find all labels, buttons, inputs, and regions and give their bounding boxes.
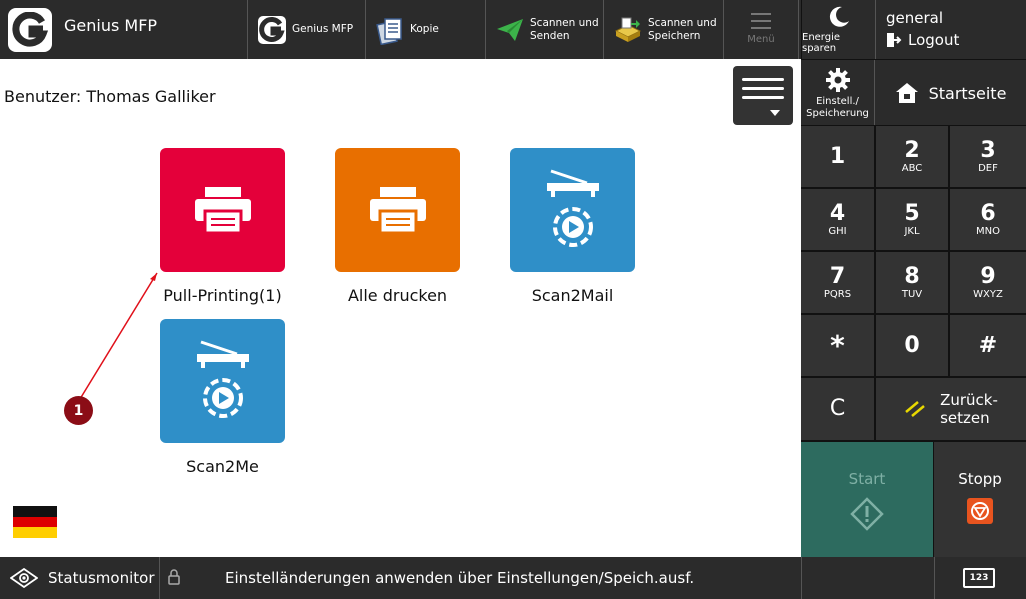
divider bbox=[934, 557, 935, 599]
key-2[interactable]: 2 ABC bbox=[876, 126, 948, 187]
reset-label-line1: Zurück- bbox=[940, 391, 998, 409]
key-1[interactable]: 1 bbox=[801, 126, 874, 187]
status-bar: Statusmonitor Einstelländerungen anwende… bbox=[0, 557, 1026, 599]
germany-flag-icon[interactable] bbox=[13, 506, 57, 538]
key-4[interactable]: 4 GHI bbox=[801, 189, 874, 250]
tab-genius-mfp[interactable]: Genius MFP bbox=[247, 0, 365, 59]
key-digit: 9 bbox=[980, 263, 996, 289]
annotation-badge: 1 bbox=[64, 396, 93, 425]
clear-button[interactable]: C bbox=[801, 378, 874, 440]
clear-label: C bbox=[829, 396, 846, 421]
start-diamond-icon bbox=[850, 497, 884, 531]
stop-button[interactable]: Stopp bbox=[934, 442, 1026, 557]
key-letters: JKL bbox=[904, 225, 920, 237]
key-digit: 3 bbox=[980, 137, 996, 163]
hamburger-icon bbox=[751, 13, 771, 29]
key-5[interactable]: 5 JKL bbox=[876, 189, 948, 250]
app-title: Genius MFP bbox=[64, 16, 158, 35]
key-letters: GHI bbox=[828, 225, 847, 237]
key-letters: WXYZ bbox=[973, 288, 1003, 300]
home-button[interactable]: Startseite bbox=[875, 60, 1026, 126]
tab-label-line1: Scannen und bbox=[648, 16, 717, 29]
key-letters: DEF bbox=[978, 162, 998, 174]
scan-store-icon bbox=[612, 14, 644, 46]
key-6[interactable]: 6 MNO bbox=[950, 189, 1026, 250]
moon-icon bbox=[829, 6, 849, 27]
key-digit: 5 bbox=[904, 200, 920, 226]
tab-label: Kopie bbox=[410, 23, 439, 35]
numeric-keyboard-button[interactable]: 123 bbox=[963, 568, 995, 588]
stop-icon bbox=[967, 498, 993, 524]
start-label: Start bbox=[848, 470, 886, 488]
tab-scannen-speichern[interactable]: Scannen und Speichern bbox=[603, 0, 723, 59]
key-digit: 0 bbox=[904, 332, 920, 358]
status-monitor-button[interactable]: Statusmonitor bbox=[0, 557, 160, 599]
settings-button[interactable]: Einstell./ Speicherung bbox=[801, 60, 875, 126]
key-9[interactable]: 9 WXYZ bbox=[950, 252, 1026, 313]
main-area: Benutzer: Thomas Galliker Pull-Printing(… bbox=[0, 59, 801, 557]
annotation-arrow bbox=[79, 272, 158, 400]
numeric-keypad: 1 2 ABC 3 DEF 4 GHI 5 JKL 6 MNO 7 PQRS 8… bbox=[801, 125, 1026, 441]
key-digit: * bbox=[830, 328, 845, 362]
right-top-panel: Energie sparen general Logout bbox=[801, 0, 1026, 59]
key-7[interactable]: 7 PQRS bbox=[801, 252, 874, 313]
energy-label: Energie sparen bbox=[802, 32, 841, 54]
right-panel-row2: Einstell./ Speicherung Startseite bbox=[801, 59, 1026, 126]
key-8[interactable]: 8 TUV bbox=[876, 252, 948, 313]
tab-label-line1: Scannen und bbox=[530, 16, 599, 29]
copy-icon bbox=[374, 14, 406, 46]
key-digit: 4 bbox=[829, 200, 846, 226]
home-icon bbox=[895, 83, 918, 103]
tab-kopie[interactable]: Kopie bbox=[365, 0, 485, 59]
key-0[interactable]: 0 bbox=[876, 315, 948, 376]
key-hash[interactable]: # bbox=[950, 315, 1026, 376]
eye-icon bbox=[10, 568, 38, 588]
key-digit: 2 bbox=[904, 137, 920, 163]
start-stop-area: Start Stopp bbox=[801, 441, 1026, 557]
logout-button[interactable]: Logout bbox=[886, 31, 959, 49]
logout-icon bbox=[887, 33, 902, 47]
key-asterisk[interactable]: * bbox=[801, 315, 874, 376]
genius-logo-icon bbox=[256, 14, 288, 46]
key-letters: TUV bbox=[901, 288, 923, 300]
tab-label-line2: Speichern bbox=[648, 29, 701, 42]
logout-label: Logout bbox=[908, 31, 960, 49]
user-box: general Logout bbox=[876, 0, 1026, 59]
reset-button[interactable]: Zurück- setzen bbox=[876, 378, 1026, 440]
reset-slash-icon bbox=[905, 401, 925, 417]
key-3[interactable]: 3 DEF bbox=[950, 126, 1026, 187]
key-digit: 8 bbox=[904, 263, 920, 289]
send-plane-icon bbox=[494, 14, 526, 46]
tab-label-line2: Senden bbox=[530, 29, 570, 42]
key-letters: ABC bbox=[901, 162, 923, 174]
home-label: Startseite bbox=[928, 83, 1007, 103]
settings-label-line2: Speicherung bbox=[806, 107, 869, 119]
key-digit: 6 bbox=[980, 200, 996, 226]
user-name: general bbox=[886, 9, 944, 27]
reset-label-line2: setzen bbox=[940, 409, 990, 427]
menu-label: Menü bbox=[747, 34, 775, 45]
status-message: Einstelländerungen anwenden über Einstel… bbox=[225, 569, 695, 587]
divider bbox=[801, 557, 802, 599]
tab-label: Genius MFP bbox=[292, 23, 354, 35]
status-monitor-label: Statusmonitor bbox=[48, 569, 155, 587]
key-digit: 7 bbox=[829, 263, 846, 289]
gear-icon bbox=[825, 67, 850, 92]
key-letters: MNO bbox=[976, 225, 1000, 237]
genius-logo-icon[interactable] bbox=[8, 8, 52, 52]
key-digit: # bbox=[978, 332, 998, 358]
function-tabs: Genius MFP Kopie Scannen und Senden Scan… bbox=[247, 0, 799, 59]
settings-label-line1: Einstell./ bbox=[816, 95, 859, 107]
key-digit: 1 bbox=[829, 143, 846, 169]
lock-icon bbox=[168, 569, 180, 585]
menu-button[interactable]: Menü bbox=[723, 0, 799, 59]
key-letters: PQRS bbox=[823, 288, 852, 300]
stop-label: Stopp bbox=[958, 470, 1002, 488]
start-button[interactable]: Start bbox=[801, 442, 933, 557]
tab-scannen-senden[interactable]: Scannen und Senden bbox=[485, 0, 603, 59]
top-bar: Genius MFP Genius MFP Kopie Scannen und … bbox=[0, 0, 801, 59]
energy-save-button[interactable]: Energie sparen bbox=[802, 0, 876, 59]
